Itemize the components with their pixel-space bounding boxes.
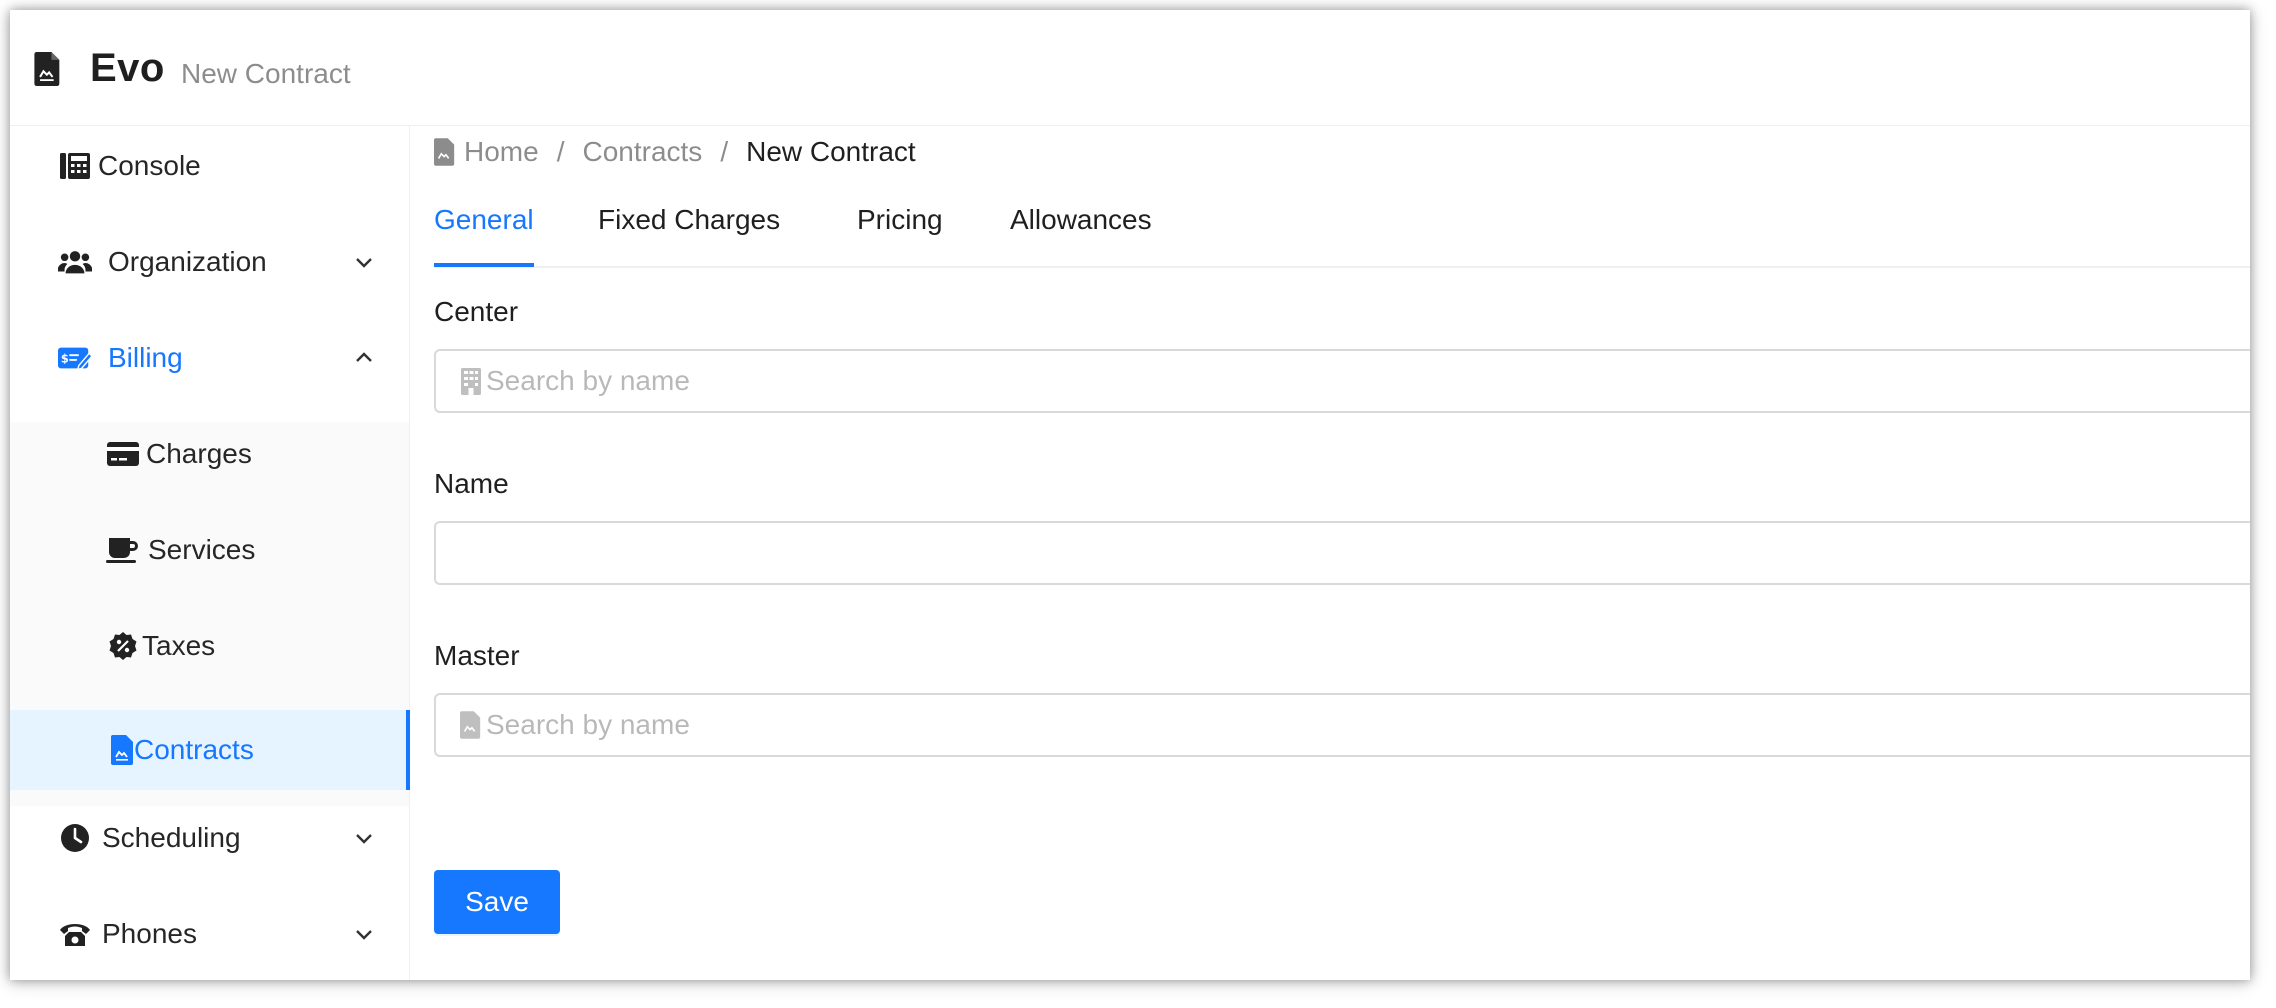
app-window: Evo New Contract Console Organization $ … [10, 10, 2250, 980]
tab-bar: General Fixed Charges Pricing Allowances [434, 190, 2250, 268]
phone-icon [58, 918, 92, 950]
master-search-input[interactable] [486, 703, 2186, 747]
center-search-input[interactable] [486, 359, 2186, 403]
chevron-up-icon [356, 352, 372, 362]
breadcrumb: Home / Contracts / New Contract [434, 130, 916, 174]
center-label: Center [434, 296, 519, 327]
sidebar-item-label: Scheduling [102, 822, 241, 853]
sidebar-item-services[interactable]: Services [10, 510, 409, 590]
users-icon [58, 246, 92, 278]
page-subtitle: New Contract [181, 58, 351, 89]
sidebar-item-contracts[interactable]: Contracts [10, 710, 410, 790]
building-icon [461, 368, 481, 395]
sidebar-item-charges[interactable]: Charges [10, 414, 409, 494]
contract-file-icon [34, 52, 60, 86]
contract-file-icon [434, 138, 455, 166]
sidebar-item-label: Phones [102, 918, 197, 949]
name-input[interactable] [452, 531, 2152, 575]
master-label: Master [434, 640, 520, 671]
save-button[interactable]: Save [434, 870, 560, 934]
sidebar-item-console[interactable]: Console [10, 126, 409, 206]
sidebar-item-billing[interactable]: $ Billing [10, 318, 409, 398]
breadcrumb-current: New Contract [746, 136, 916, 167]
sidebar-item-label: Console [98, 150, 201, 181]
name-label: Name [434, 468, 509, 499]
sidebar-item-label: Organization [108, 246, 267, 277]
sidebar-item-taxes[interactable]: Taxes [10, 606, 409, 686]
clock-icon [58, 822, 92, 854]
tab-fixed-charges[interactable]: Fixed Charges [598, 204, 780, 236]
chevron-down-icon [356, 930, 372, 940]
console-icon [58, 150, 92, 182]
sidebar-item-scheduling[interactable]: Scheduling [10, 798, 409, 878]
chevron-down-icon [356, 258, 372, 268]
breadcrumb-contracts[interactable]: Contracts [582, 136, 702, 168]
svg-text:$: $ [61, 352, 69, 366]
master-search-field [434, 693, 2250, 757]
sidebar: Console Organization $ Billing Charges S… [10, 126, 410, 980]
sidebar-item-label: Taxes [142, 630, 216, 661]
sidebar-item-phones[interactable]: Phones [10, 894, 409, 974]
name-field [434, 521, 2250, 585]
sidebar-item-organization[interactable]: Organization [10, 222, 409, 302]
breadcrumb-home[interactable]: Home [464, 136, 539, 168]
breadcrumb-separator: / [720, 136, 729, 167]
chevron-down-icon [356, 834, 372, 844]
breadcrumb-separator: / [556, 136, 565, 167]
sidebar-item-label: Billing [108, 342, 183, 373]
tab-general[interactable]: General [434, 204, 534, 236]
tab-allowances[interactable]: Allowances [1010, 204, 1152, 236]
coffee-icon [106, 534, 140, 566]
sidebar-item-label: Contracts [134, 734, 254, 765]
center-search-field [434, 349, 2250, 413]
percent-badge-icon [106, 630, 140, 662]
credit-card-icon [106, 438, 140, 470]
active-tab-indicator [434, 263, 534, 267]
sidebar-item-label: Charges [146, 438, 252, 469]
sidebar-item-label: Services [148, 534, 256, 565]
app-header: Evo New Contract [10, 10, 2250, 126]
app-title: Evo [90, 46, 165, 90]
billing-icon: $ [58, 342, 92, 374]
contract-file-icon [460, 711, 481, 739]
tab-pricing[interactable]: Pricing [857, 204, 943, 236]
